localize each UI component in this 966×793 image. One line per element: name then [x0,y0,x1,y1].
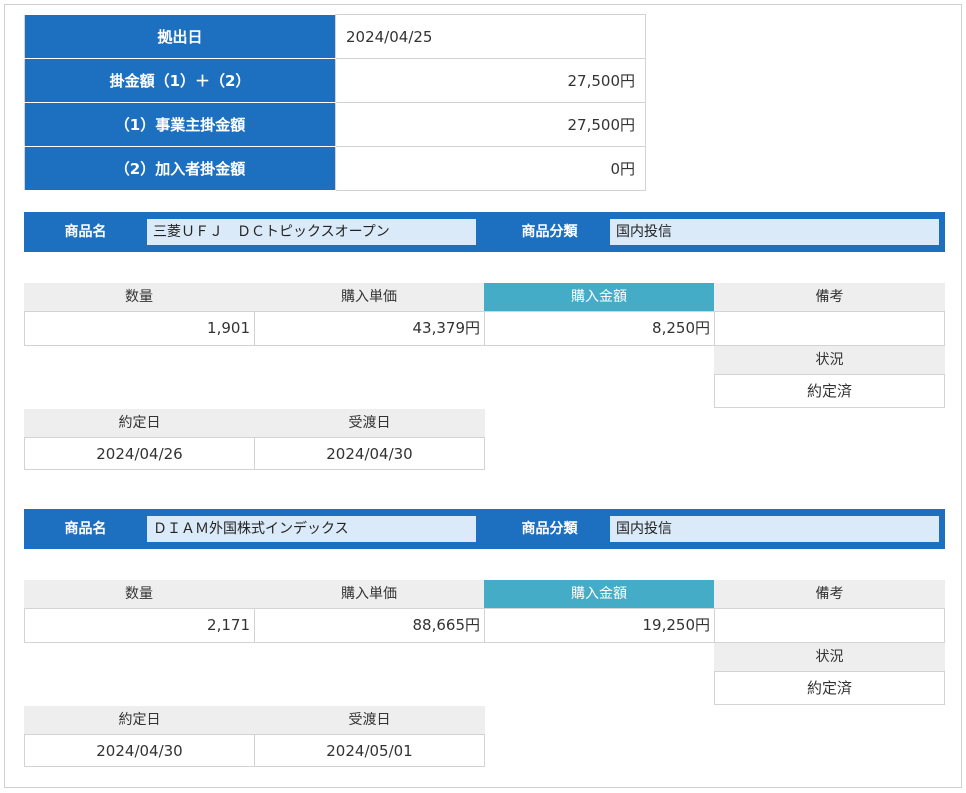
summary-value: 2024/04/25 [335,14,646,59]
product-header-band: 商品名 ＤＩＡＭ外国株式インデックス 商品分類 国内投信 [24,509,945,549]
product-category-label: 商品分類 [521,521,578,537]
product-name-label: 商品名 [64,224,107,240]
summary-value: 0円 [335,146,646,191]
contract-date-header: 約定日 [24,409,255,437]
product-category-label: 商品分類 [521,224,578,240]
amount-value: 8,250円 [484,311,715,346]
summary-label: 掛金額（1）＋（2） [24,58,336,103]
amount-value: 19,250円 [484,608,715,643]
amount-header: 購入金額 [484,580,714,608]
product-category-value: 国内投信 [610,516,939,542]
summary-label: （2）加入者掛金額 [24,146,336,191]
product-category-value: 国内投信 [610,219,939,245]
summary-row-employer-contribution: （1）事業主掛金額 27,500円 [24,102,646,147]
remarks-value [714,311,945,346]
settlement-date-value: 2024/04/30 [254,437,485,470]
status-header: 状況 [714,346,945,374]
unit-price-value: 88,665円 [254,608,485,643]
summary-label: 拠出日 [24,14,336,59]
summary-row-member-contribution: （2）加入者掛金額 0円 [24,146,646,191]
quantity-header: 数量 [24,580,254,608]
status-header: 状況 [714,643,945,671]
quantity-value: 1,901 [24,311,255,346]
amount-header: 購入金額 [484,283,714,311]
unit-price-header: 購入単価 [254,283,484,311]
quantity-header: 数量 [24,283,254,311]
settlement-date-value: 2024/05/01 [254,734,485,767]
status-value: 約定済 [714,374,945,408]
quantity-value: 2,171 [24,608,255,643]
contract-date-header: 約定日 [24,706,255,734]
product-name-value: 三菱ＵＦＪ ＤＣトピックスオープン [147,219,476,245]
summary-label: （1）事業主掛金額 [24,102,336,147]
contract-date-value: 2024/04/26 [24,437,255,470]
summary-row-total-contribution: 掛金額（1）＋（2） 27,500円 [24,58,646,103]
summary-value: 27,500円 [335,102,646,147]
settlement-date-header: 受渡日 [254,409,485,437]
contract-date-value: 2024/04/30 [24,734,255,767]
unit-price-value: 43,379円 [254,311,485,346]
contribution-summary-table: 拠出日 2024/04/25 掛金額（1）＋（2） 27,500円 （1）事業主… [24,14,646,191]
summary-row-contribution-date: 拠出日 2024/04/25 [24,14,646,59]
product-header-band: 商品名 三菱ＵＦＪ ＤＣトピックスオープン 商品分類 国内投信 [24,212,945,252]
summary-value: 27,500円 [335,58,646,103]
settlement-date-header: 受渡日 [254,706,485,734]
remarks-header: 備考 [714,580,945,608]
status-value: 約定済 [714,671,945,705]
remarks-value [714,608,945,643]
unit-price-header: 購入単価 [254,580,484,608]
remarks-header: 備考 [714,283,945,311]
product-name-label: 商品名 [64,521,107,537]
product-name-value: ＤＩＡＭ外国株式インデックス [147,516,476,542]
